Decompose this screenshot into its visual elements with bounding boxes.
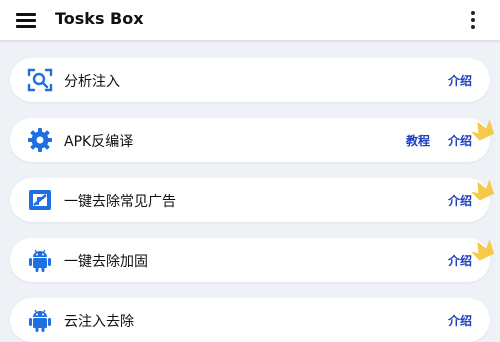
app-bar: Tosks Box: [0, 0, 500, 40]
gear-icon: [26, 126, 54, 154]
ad-block-icon: [26, 186, 54, 214]
menu-icon[interactable]: [14, 10, 40, 30]
tool-label: 一键去除常见广告: [64, 194, 176, 210]
tool-label: APK反编译: [64, 134, 134, 150]
crown-icon: [468, 236, 498, 262]
crown-icon: [468, 176, 498, 202]
tool-item-remove-hardening[interactable]: 一键去除加固 介绍: [10, 238, 495, 282]
tool-item-cloud-injection-removal[interactable]: 云注入去除 介绍: [10, 298, 490, 342]
tool-label: 分析注入: [64, 74, 120, 90]
android-icon: [26, 306, 54, 334]
scan-search-icon: [26, 66, 54, 94]
tutorial-link[interactable]: 教程: [406, 132, 430, 149]
tool-item-remove-ads[interactable]: 一键去除常见广告 介绍: [10, 178, 495, 222]
tool-label: 云注入去除: [64, 314, 134, 330]
android-icon: [26, 246, 54, 274]
app-title: Tosks Box: [55, 9, 144, 28]
intro-link[interactable]: 介绍: [448, 312, 472, 329]
tool-item-apk-decompile[interactable]: APK反编译 教程 介绍: [10, 118, 495, 162]
intro-link[interactable]: 介绍: [448, 72, 472, 89]
crown-icon: [468, 116, 498, 142]
tool-label: 一键去除加固: [64, 254, 148, 270]
tool-item-analyze-injection[interactable]: 分析注入 介绍: [10, 58, 490, 102]
more-options-icon[interactable]: [466, 8, 480, 32]
